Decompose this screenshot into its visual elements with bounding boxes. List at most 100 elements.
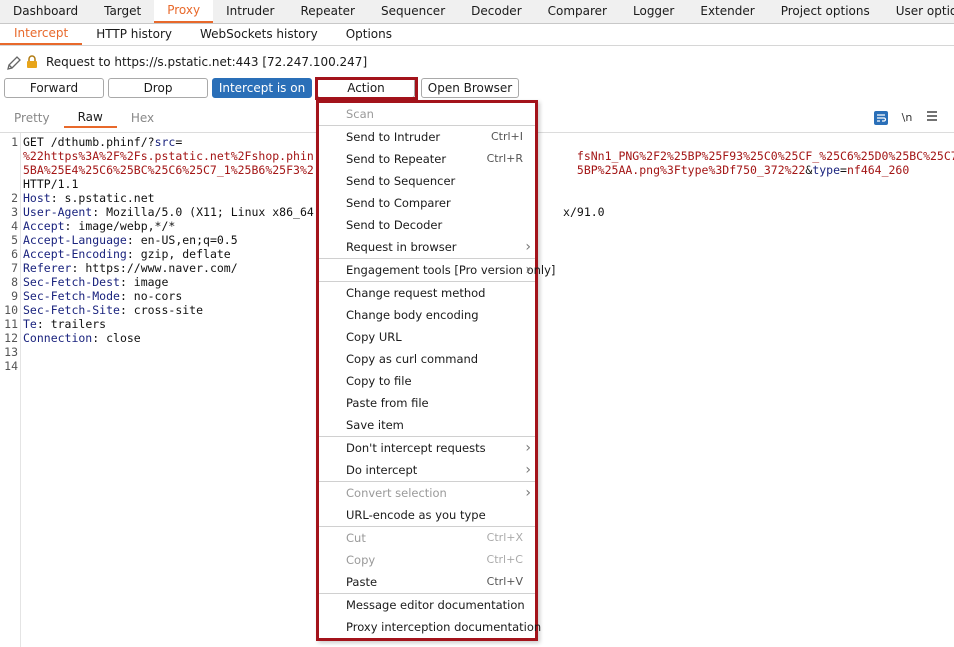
menu-item-label: Send to Intruder xyxy=(346,130,441,144)
editor-tab-hex[interactable]: Hex xyxy=(117,108,168,128)
menu-item-proxy-interception-documentation[interactable]: Proxy interception documentation xyxy=(319,616,541,638)
menu-item-change-request-method[interactable]: Change request method xyxy=(319,282,535,304)
chevron-right-icon: › xyxy=(525,440,531,456)
code-line: GET /dthumb.phinf/?src= xyxy=(23,135,182,149)
chevron-right-icon: › xyxy=(525,485,531,501)
menu-item-save-item[interactable]: Save item xyxy=(319,414,535,436)
editor-tab-pretty[interactable]: Pretty xyxy=(0,108,64,128)
line-number: 9 xyxy=(11,289,18,303)
menu-item-label: Paste xyxy=(346,575,378,589)
menu-item-label: Proxy interception documentation xyxy=(346,620,542,634)
code-token: : no-cors xyxy=(119,289,183,303)
code-line: Te: trailers xyxy=(23,317,106,331)
menu-item-label: Send to Repeater xyxy=(346,152,447,166)
menu-item-message-editor-documentation[interactable]: Message editor documentation xyxy=(319,594,535,616)
menu-item-label: Copy URL xyxy=(346,330,402,344)
tab-intruder[interactable]: Intruder xyxy=(213,0,287,23)
open-browser-button[interactable]: Open Browser xyxy=(421,78,519,98)
menu-item-change-body-encoding[interactable]: Change body encoding xyxy=(319,304,535,326)
menu-item-copy: Copy Ctrl+C xyxy=(319,549,535,571)
menu-item-don-t-intercept-requests[interactable]: Don't intercept requests › xyxy=(319,437,535,459)
action-button[interactable]: Action xyxy=(317,78,415,98)
tab-repeater[interactable]: Repeater xyxy=(287,0,368,23)
menu-item-paste-from-file[interactable]: Paste from file xyxy=(319,392,535,414)
menu-item-label: Paste from file xyxy=(346,396,429,410)
menu-item-copy-to-file[interactable]: Copy to file xyxy=(319,370,535,392)
forward-button[interactable]: Forward xyxy=(4,78,104,98)
tab-user-options[interactable]: User options xyxy=(883,0,954,23)
menu-item-copy-url[interactable]: Copy URL xyxy=(319,326,535,348)
tab-sequencer[interactable]: Sequencer xyxy=(368,0,458,23)
menu-item-send-to-decoder[interactable]: Send to Decoder xyxy=(319,214,535,236)
menu-item-send-to-intruder[interactable]: Send to Intruder Ctrl+I xyxy=(319,126,535,148)
menu-item-label: Do intercept xyxy=(346,463,418,477)
code-token: HTTP/1.1 xyxy=(23,177,79,191)
proxy-sub-tab-bar: Intercept HTTP history WebSockets history O… xyxy=(0,24,954,46)
code-line: Sec-Fetch-Site: cross-site xyxy=(23,303,203,317)
code-line: Sec-Fetch-Mode: no-cors xyxy=(23,289,182,303)
line-number: 4 xyxy=(11,219,18,233)
hamburger-menu-icon[interactable] xyxy=(926,110,940,125)
code-token: : https://www.naver.com/ xyxy=(71,261,238,275)
intercept-toggle-button[interactable]: Intercept is on xyxy=(212,78,312,98)
menu-item-label: Change request method xyxy=(346,286,486,300)
drop-button[interactable]: Drop xyxy=(108,78,208,98)
tab-proxy[interactable]: Proxy xyxy=(154,0,214,23)
code-token: Referer xyxy=(23,261,72,275)
tab-comparer[interactable]: Comparer xyxy=(535,0,620,23)
tab-extender[interactable]: Extender xyxy=(687,0,767,23)
tab-target[interactable]: Target xyxy=(91,0,154,23)
code-token: = xyxy=(175,135,183,149)
tab-logger[interactable]: Logger xyxy=(620,0,687,23)
subtab-intercept[interactable]: Intercept xyxy=(0,24,83,45)
menu-item-url-encode-as-you-type[interactable]: URL-encode as you type xyxy=(319,504,535,526)
menu-item-send-to-comparer[interactable]: Send to Comparer xyxy=(319,192,535,214)
subtab-http-history[interactable]: HTTP history xyxy=(82,24,186,45)
menu-item-paste[interactable]: Paste Ctrl+V xyxy=(319,571,535,593)
code-token: Te xyxy=(23,317,37,331)
code-token: Accept xyxy=(23,219,65,233)
code-token: : gzip, deflate xyxy=(126,247,231,261)
tab-decoder[interactable]: Decoder xyxy=(458,0,535,23)
line-number: 6 xyxy=(11,247,18,261)
menu-item-scan: Scan xyxy=(319,103,535,125)
line-number: 1 xyxy=(11,135,18,149)
code-token: nf464_260 xyxy=(846,163,910,177)
subtab-options[interactable]: Options xyxy=(332,24,406,45)
menu-item-send-to-repeater[interactable]: Send to Repeater Ctrl+R xyxy=(319,148,535,170)
menu-item-request-in-browser[interactable]: Request in browser › xyxy=(319,236,535,258)
tab-project-options[interactable]: Project options xyxy=(768,0,883,23)
tab-dashboard[interactable]: Dashboard xyxy=(0,0,91,23)
menu-item-label: Copy as curl command xyxy=(346,352,479,366)
code-token: Sec-Fetch-Dest xyxy=(23,275,120,289)
menu-item-copy-as-curl-command[interactable]: Copy as curl command xyxy=(319,348,535,370)
request-target-text: Request to https://s.pstatic.net:443 [72… xyxy=(46,55,368,69)
code-token: : trailers xyxy=(36,317,107,331)
menu-item-label: Request in browser xyxy=(346,240,457,254)
chevron-right-icon: › xyxy=(525,262,531,278)
wrap-icon[interactable] xyxy=(874,110,888,125)
editor-tab-raw[interactable]: Raw xyxy=(63,108,117,128)
line-number: 2 xyxy=(11,191,18,205)
main-tab-bar: Dashboard Target Proxy Intruder Repeater Sequ… xyxy=(0,0,954,24)
line-number: 10 xyxy=(4,303,18,317)
code-token: : cross-site xyxy=(119,303,204,317)
code-token: : close xyxy=(92,331,141,345)
menu-item-label: Send to Sequencer xyxy=(346,174,456,188)
lock-icon xyxy=(26,55,40,69)
menu-item-engagement-tools-pro-version-only[interactable]: Engagement tools [Pro version only] › xyxy=(319,259,555,281)
menu-item-label: URL-encode as you type xyxy=(346,508,486,522)
code-token: : image/webp,*/* xyxy=(64,219,176,233)
menu-item-label: Change body encoding xyxy=(346,308,479,322)
pencil-icon[interactable] xyxy=(6,55,21,70)
action-context-menu: Scan Send to Intruder Ctrl+I Send to Repeat… xyxy=(316,100,555,641)
code-line: Sec-Fetch-Dest: image xyxy=(23,275,168,289)
newline-toggle[interactable]: \n xyxy=(898,111,916,124)
menu-item-send-to-sequencer[interactable]: Send to Sequencer xyxy=(319,170,535,192)
menu-item-do-intercept[interactable]: Do intercept › xyxy=(319,459,535,481)
line-number: 7 xyxy=(11,261,18,275)
subtab-websockets-history[interactable]: WebSockets history xyxy=(186,24,332,45)
code-token: Accept-Language xyxy=(23,233,127,247)
menu-item-label: Copy xyxy=(346,553,376,567)
code-line: Accept-Encoding: gzip, deflate xyxy=(23,247,231,261)
